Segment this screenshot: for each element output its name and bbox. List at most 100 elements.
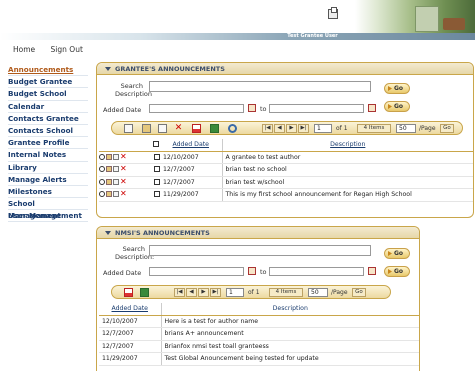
edit-icon[interactable] (106, 166, 112, 173)
sidebar-item-announcements[interactable]: Announcements (8, 64, 88, 77)
edit-icon[interactable] (106, 178, 112, 185)
collapse-icon[interactable] (105, 231, 111, 235)
new-icon[interactable] (124, 124, 133, 133)
row-checkbox[interactable] (151, 163, 160, 177)
items-count: 4 Items (357, 124, 391, 133)
sidebar-item-milestones[interactable]: Milestones (8, 186, 88, 199)
search-label: Search Description: (115, 245, 155, 261)
row-checkbox[interactable] (151, 188, 160, 202)
last-page-icon[interactable]: ▶| (298, 124, 309, 133)
first-page-icon[interactable]: |◀ (174, 288, 185, 297)
copy-icon[interactable] (113, 191, 119, 198)
table-row[interactable]: ✕ 12/10/2007 A grantee to test author (99, 151, 473, 164)
table-row[interactable]: ✕ 12/7/2007 brian test no school (99, 163, 473, 177)
table-row[interactable]: 12/10/2007 Here is a test for author nam… (99, 315, 419, 328)
added-date-header[interactable]: Added Date (99, 303, 162, 316)
per-page-input[interactable]: 50 (396, 124, 416, 133)
start-date-input[interactable] (149, 104, 244, 113)
collapse-icon[interactable] (105, 67, 111, 71)
checkbox-icon[interactable] (152, 141, 159, 148)
go-label: Go (394, 250, 404, 257)
view-icon[interactable] (99, 166, 105, 173)
view-icon[interactable] (99, 178, 105, 185)
sidebar-item-manage-alerts[interactable]: Manage Alerts (8, 174, 88, 186)
calendar-icon[interactable] (248, 267, 256, 275)
checkbox-icon[interactable] (154, 178, 160, 185)
date-go-button[interactable]: Go (384, 266, 410, 277)
view-icon[interactable] (99, 191, 105, 198)
copy-icon[interactable] (113, 153, 119, 160)
search-input[interactable] (149, 245, 371, 256)
delete-icon[interactable]: ✕ (174, 124, 183, 133)
copy-icon[interactable] (113, 166, 119, 173)
checkbox-icon[interactable] (154, 166, 160, 173)
end-date-input[interactable] (269, 267, 364, 276)
prev-page-icon[interactable]: ◀ (186, 288, 197, 297)
next-page-icon[interactable]: ▶ (198, 288, 209, 297)
edit-icon[interactable] (142, 124, 151, 133)
select-all-checkbox[interactable] (151, 139, 160, 152)
sidebar-item-contacts-school[interactable]: Contacts School (8, 125, 88, 138)
per-page-input[interactable]: 50 (308, 288, 328, 297)
table-row[interactable]: ✕ 11/29/2007 This is my first school ann… (99, 188, 473, 202)
copy-icon[interactable] (158, 124, 167, 133)
date-go-button[interactable]: Go (384, 101, 410, 112)
calendar-icon[interactable] (368, 104, 376, 112)
home-link[interactable]: Home (13, 45, 35, 54)
page-go-button[interactable]: Go (352, 288, 366, 297)
sidebar-item-budget-grantee[interactable]: Budget Grantee (8, 76, 88, 89)
sidebar-item-library[interactable]: Library (8, 162, 88, 174)
start-date-input[interactable] (149, 267, 244, 276)
view-icon[interactable] (99, 153, 105, 160)
sidebar-item-grantee-profile[interactable]: Grantee Profile (8, 137, 88, 150)
sidebar-item-budget-school[interactable]: Budget School (8, 88, 88, 101)
row-checkbox[interactable] (151, 151, 160, 164)
sidebar-item-school-management[interactable]: School Management (8, 198, 88, 220)
table-row[interactable]: ✕ 12/7/2007 brian test w/school (99, 176, 473, 189)
edit-icon[interactable] (106, 191, 112, 198)
last-page-icon[interactable]: ▶| (210, 288, 221, 297)
refresh-icon[interactable] (228, 124, 237, 133)
calendar-icon[interactable] (368, 267, 376, 275)
next-page-icon[interactable]: ▶ (286, 124, 297, 133)
sidebar-item-calendar[interactable]: Calendar (8, 101, 88, 113)
search-go-button[interactable]: Go (384, 248, 410, 259)
sidebar-item-internal-notes[interactable]: Internal Notes (8, 149, 88, 162)
delete-icon[interactable]: ✕ (120, 177, 127, 185)
page-go-button[interactable]: Go (440, 124, 454, 133)
pdf-icon[interactable] (192, 124, 201, 133)
grantee-panel: GRANTEE'S ANNOUNCEMENTS Search Descriptio… (96, 62, 474, 218)
sidebar-item-user-management[interactable]: User Management (8, 210, 88, 223)
end-date-input[interactable] (269, 104, 364, 113)
edit-icon[interactable] (106, 153, 112, 160)
added-date-header[interactable]: Added Date (160, 139, 223, 152)
prev-page-icon[interactable]: ◀ (274, 124, 285, 133)
pdf-icon[interactable] (124, 288, 133, 297)
page-input[interactable]: 1 (314, 124, 332, 133)
table-row[interactable]: 12/7/2007 Brianfox nmsi test toall grant… (99, 340, 419, 353)
sidebar-item-contacts-grantee[interactable]: Contacts Grantee (8, 113, 88, 125)
delete-icon[interactable]: ✕ (120, 165, 127, 173)
delete-icon[interactable]: ✕ (120, 152, 127, 160)
header: Test Grantee User (0, 0, 475, 42)
table-row[interactable]: 12/7/2007 brians A+ announcement (99, 327, 419, 341)
search-input[interactable] (149, 81, 371, 92)
excel-icon[interactable] (210, 124, 219, 133)
row-date: 11/29/2007 (99, 352, 162, 366)
first-page-icon[interactable]: |◀ (262, 124, 273, 133)
delete-icon[interactable]: ✕ (120, 190, 127, 198)
checkbox-icon[interactable] (154, 153, 160, 160)
signout-link[interactable]: Sign Out (51, 45, 83, 54)
excel-icon[interactable] (140, 288, 149, 297)
table-row[interactable]: 11/29/2007 Test Global Anouncement being… (99, 352, 419, 366)
printer-icon[interactable] (328, 7, 338, 19)
row-checkbox[interactable] (151, 176, 160, 189)
calendar-icon[interactable] (248, 104, 256, 112)
search-go-button[interactable]: Go (384, 83, 410, 94)
page-of-text: of 1 (248, 289, 260, 296)
checkbox-icon[interactable] (154, 191, 160, 198)
description-header[interactable]: Description (222, 139, 473, 152)
nmsi-table: Added Date Description 12/10/2007 Here i… (99, 303, 419, 366)
page-input[interactable]: 1 (226, 288, 244, 297)
copy-icon[interactable] (113, 178, 119, 185)
